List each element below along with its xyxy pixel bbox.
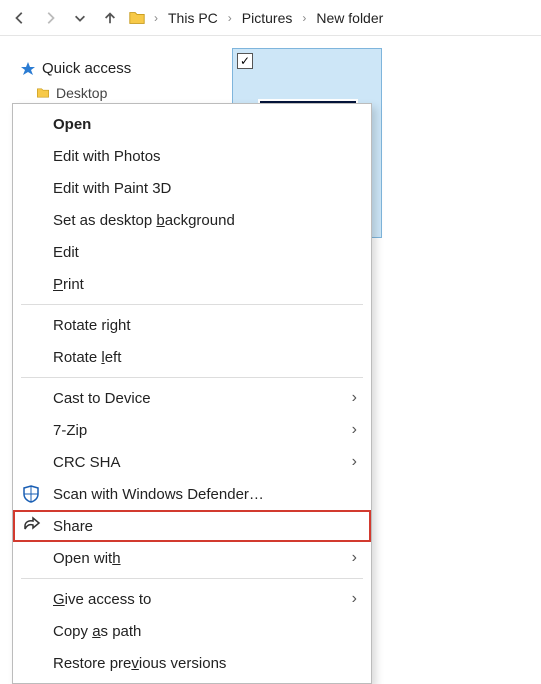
sidebar-quick-access[interactable]: Quick access xyxy=(12,56,208,81)
submenu-arrow-icon: › xyxy=(352,389,357,407)
menu-separator xyxy=(21,304,363,305)
breadcrumb-new-folder[interactable]: New folder xyxy=(314,10,385,26)
address-bar: › This PC › Pictures › New folder xyxy=(0,0,541,36)
menu-open[interactable]: Open xyxy=(13,108,371,140)
menu-edit-with-photos[interactable]: Edit with Photos xyxy=(13,140,371,172)
menu-set-bg-label: Set as desktop background xyxy=(53,212,235,229)
breadcrumb-separator: › xyxy=(300,11,308,25)
forward-button[interactable] xyxy=(38,6,62,30)
sidebar-quick-access-label: Quick access xyxy=(42,60,131,77)
menu-7zip-label: 7-Zip xyxy=(53,422,87,439)
menu-copy-as-path[interactable]: Copy as path xyxy=(13,615,371,647)
menu-print[interactable]: Print xyxy=(13,268,371,300)
menu-restore-prev-label: Restore previous versions xyxy=(53,655,226,672)
submenu-arrow-icon: › xyxy=(352,549,357,567)
menu-restore-previous-versions[interactable]: Restore previous versions xyxy=(13,647,371,679)
share-icon xyxy=(21,516,41,536)
menu-scan-defender[interactable]: Scan with Windows Defender… xyxy=(13,478,371,510)
breadcrumb-pictures[interactable]: Pictures xyxy=(240,10,295,26)
menu-copy-as-path-label: Copy as path xyxy=(53,623,141,640)
back-button[interactable] xyxy=(8,6,32,30)
context-menu: Open Edit with Photos Edit with Paint 3D… xyxy=(12,103,372,684)
menu-separator xyxy=(21,578,363,579)
thumbnail-checkbox[interactable]: ✓ xyxy=(237,53,253,69)
sidebar-desktop-label: Desktop xyxy=(56,85,107,101)
submenu-arrow-icon: › xyxy=(352,453,357,471)
menu-separator xyxy=(21,377,363,378)
menu-set-desktop-background[interactable]: Set as desktop background xyxy=(13,204,371,236)
up-button[interactable] xyxy=(98,6,122,30)
menu-give-access-to[interactable]: Give access to › xyxy=(13,583,371,615)
menu-rotate-right-label: Rotate right xyxy=(53,317,131,334)
menu-edit-with-paint3d[interactable]: Edit with Paint 3D xyxy=(13,172,371,204)
menu-rotate-left-label: Rotate left xyxy=(53,349,121,366)
recent-locations-button[interactable] xyxy=(68,6,92,30)
menu-share[interactable]: Share xyxy=(13,510,371,542)
menu-scan-defender-label: Scan with Windows Defender… xyxy=(53,486,264,503)
menu-edit-label: Edit xyxy=(53,244,79,261)
submenu-arrow-icon: › xyxy=(352,590,357,608)
star-icon xyxy=(20,61,36,77)
menu-rotate-left[interactable]: Rotate left xyxy=(13,341,371,373)
menu-edit[interactable]: Edit xyxy=(13,236,371,268)
menu-edit-paint3d-label: Edit with Paint 3D xyxy=(53,180,171,197)
submenu-arrow-icon: › xyxy=(352,421,357,439)
menu-rotate-right[interactable]: Rotate right xyxy=(13,309,371,341)
menu-crc-sha[interactable]: CRC SHA › xyxy=(13,446,371,478)
shield-icon xyxy=(21,484,41,504)
menu-share-label: Share xyxy=(53,518,93,535)
menu-crc-sha-label: CRC SHA xyxy=(53,454,121,471)
menu-open-with[interactable]: Open with › xyxy=(13,542,371,574)
breadcrumb-separator: › xyxy=(226,11,234,25)
menu-open-with-label: Open with xyxy=(53,550,121,567)
menu-print-label: Print xyxy=(53,276,84,293)
menu-cast-to-device[interactable]: Cast to Device › xyxy=(13,382,371,414)
menu-edit-photos-label: Edit with Photos xyxy=(53,148,161,165)
menu-cast-label: Cast to Device xyxy=(53,390,151,407)
menu-give-access-label: Give access to xyxy=(53,591,151,608)
breadcrumb-separator: › xyxy=(152,11,160,25)
breadcrumb-this-pc[interactable]: This PC xyxy=(166,10,220,26)
folder-icon xyxy=(36,86,50,100)
menu-open-label: Open xyxy=(53,116,91,133)
folder-icon xyxy=(128,9,146,27)
sidebar-desktop[interactable]: Desktop xyxy=(12,81,208,105)
menu-7zip[interactable]: 7-Zip › xyxy=(13,414,371,446)
